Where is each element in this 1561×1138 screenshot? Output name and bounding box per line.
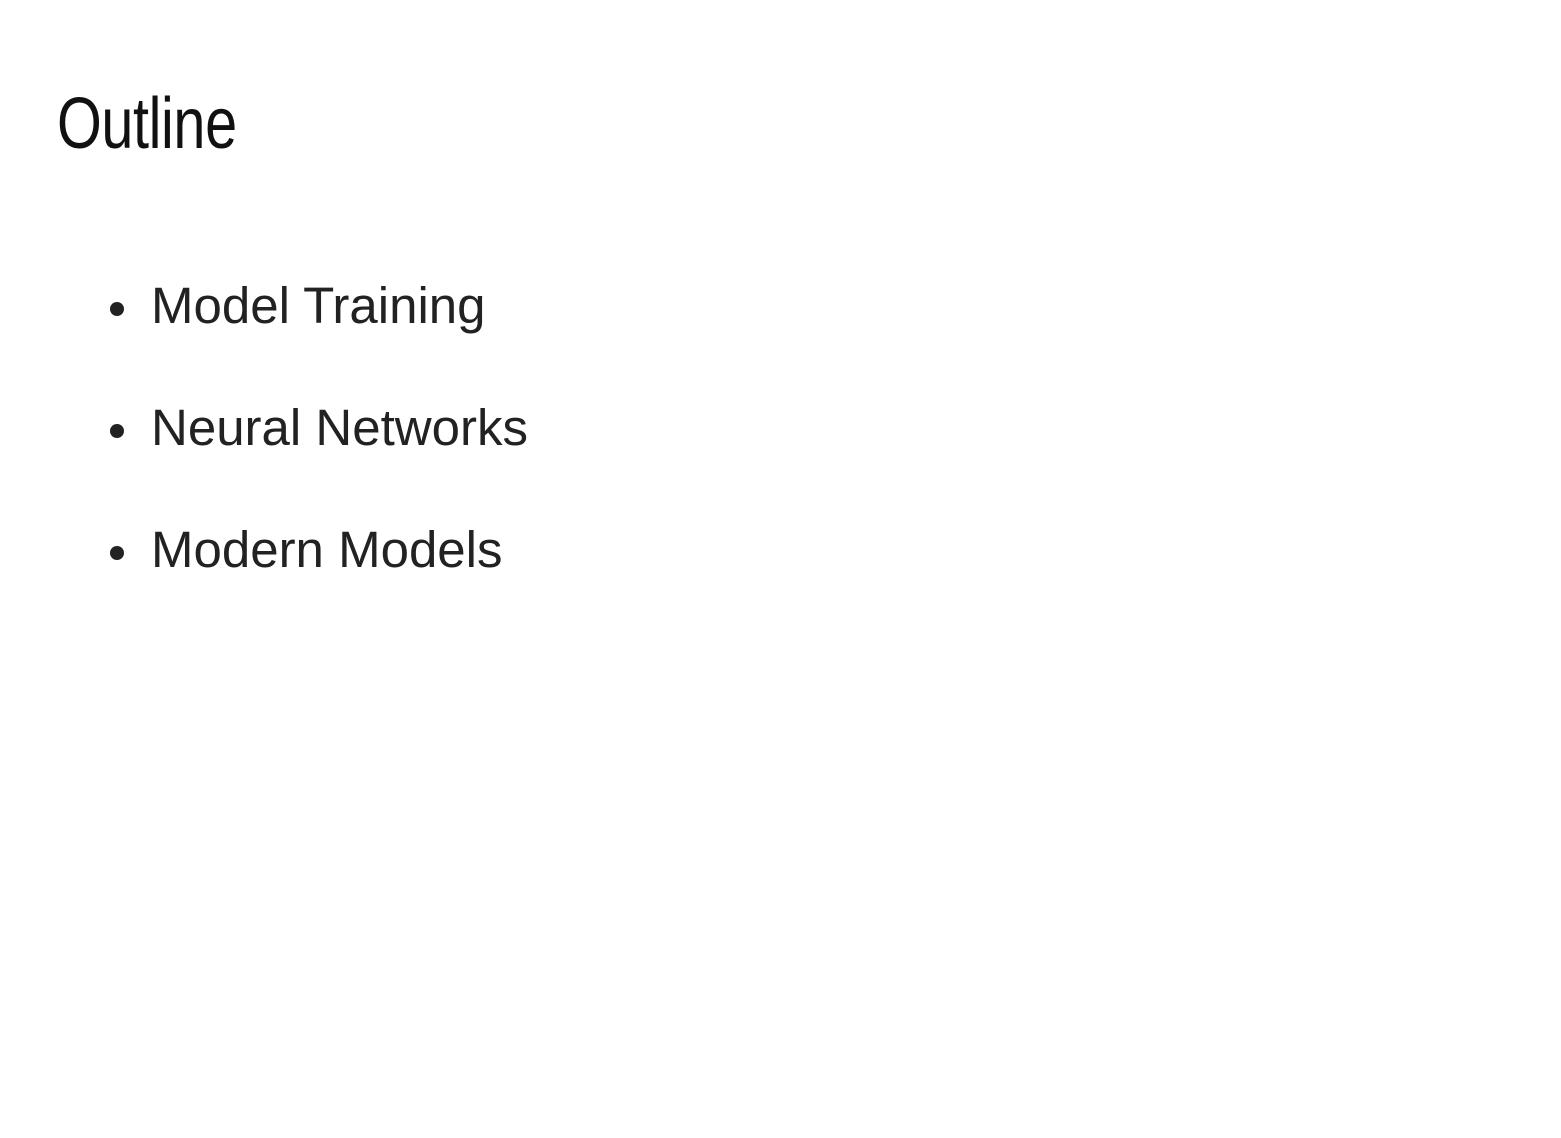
bullet-text: Neural Networks (151, 399, 528, 456)
bullet-dot-icon (110, 424, 124, 438)
bullet-dot-icon (110, 546, 124, 560)
bullet-text: Modern Models (151, 521, 503, 578)
bullet-text: Model Training (151, 277, 486, 334)
slide-title: Outline (57, 84, 237, 164)
slide: Outline Model Training Neural Networks M… (0, 0, 1561, 1138)
bullet-dot-icon (110, 302, 124, 316)
